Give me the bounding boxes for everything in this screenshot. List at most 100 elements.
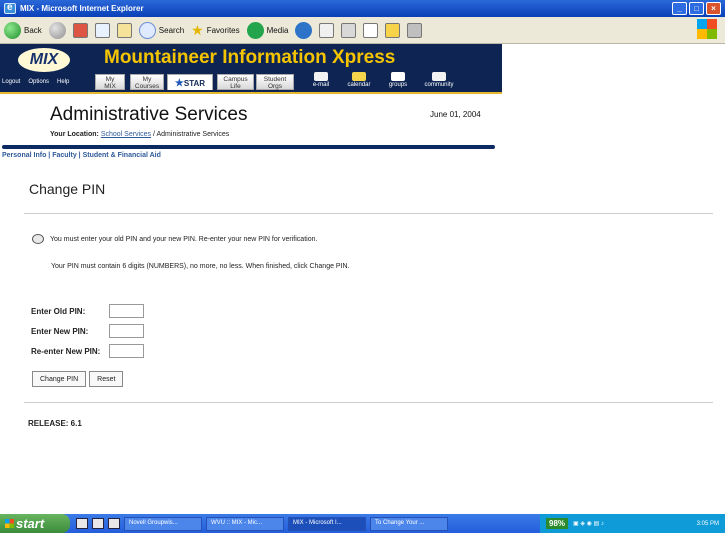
taskbar-item-mix[interactable]: MIX - Microsoft I... bbox=[288, 516, 366, 531]
star-icon: ★ bbox=[174, 78, 184, 89]
forward-icon[interactable] bbox=[48, 21, 66, 39]
taskbar-item-wvu-mix[interactable]: WVU :: MIX - Mic... bbox=[206, 516, 284, 531]
form-actions: Change PIN Reset bbox=[32, 371, 124, 387]
confirm-pin-input[interactable] bbox=[109, 344, 144, 358]
tab-faculty[interactable]: Faculty bbox=[52, 152, 77, 159]
taskbar-item-change[interactable]: To Change Your ... bbox=[370, 516, 448, 531]
tab-student-orgs[interactable]: Student Orgs bbox=[256, 74, 294, 90]
ie-launch-icon[interactable] bbox=[92, 518, 104, 529]
favorites-icon: ★ bbox=[191, 21, 204, 38]
email-icon bbox=[314, 72, 328, 81]
footer-divider bbox=[24, 402, 713, 403]
section-divider bbox=[24, 213, 713, 214]
search-button[interactable]: Search bbox=[138, 21, 185, 39]
media-label: Media bbox=[266, 25, 289, 35]
desktop-icon[interactable] bbox=[76, 518, 88, 529]
history-icon[interactable] bbox=[295, 21, 313, 39]
taskbar-item-groupwise[interactable]: Novell Groupwis... bbox=[124, 516, 202, 531]
old-pin-label: Enter Old PIN: bbox=[31, 306, 86, 316]
brand-title: Mountaineer Information Xpress bbox=[104, 47, 396, 68]
change-pin-button[interactable]: Change PIN bbox=[32, 371, 87, 387]
mail-icon[interactable] bbox=[319, 22, 335, 38]
maximize-icon[interactable]: □ bbox=[689, 2, 704, 15]
groups-link[interactable]: groups bbox=[378, 72, 418, 90]
internet-explorer-icon bbox=[4, 2, 16, 14]
instruction-text: You must enter your old PIN and your new… bbox=[50, 235, 318, 243]
subnav-tabs: Personal Info | Faculty | Student & Fina… bbox=[2, 152, 161, 159]
tab-my-mix[interactable]: My MIX bbox=[95, 74, 125, 90]
tab-campus-life-label: Campus Life bbox=[223, 76, 248, 90]
location-label: Your Location: bbox=[50, 131, 99, 138]
header-divider bbox=[2, 145, 495, 149]
clock: 3:05 PM bbox=[696, 520, 719, 527]
media-icon bbox=[246, 21, 264, 39]
options-link[interactable]: Options bbox=[28, 79, 49, 85]
tab-campus-life[interactable]: Campus Life bbox=[217, 74, 254, 90]
close-icon[interactable]: × bbox=[706, 2, 721, 15]
groups-icon bbox=[391, 72, 405, 81]
folder-icon[interactable] bbox=[385, 22, 401, 38]
release-label: RELEASE: 6.1 bbox=[28, 419, 82, 428]
pin-form: Enter Old PIN: Enter New PIN: Re-enter N… bbox=[31, 301, 144, 361]
stop-icon[interactable] bbox=[72, 22, 88, 38]
edit-icon[interactable] bbox=[363, 22, 379, 38]
quick-launch bbox=[76, 518, 120, 529]
tab-star[interactable]: ★STAR bbox=[167, 74, 213, 90]
favorites-label: Favorites bbox=[206, 25, 240, 35]
confirm-pin-row: Re-enter New PIN: bbox=[31, 341, 144, 361]
calendar-label: calendar bbox=[347, 82, 371, 88]
breadcrumb-current: Administrative Services bbox=[156, 131, 230, 138]
calendar-link[interactable]: calendar bbox=[339, 72, 379, 90]
search-icon bbox=[138, 21, 156, 39]
tab-student-financial-aid[interactable]: Student & Financial Aid bbox=[83, 152, 161, 159]
battery-indicator: 98% bbox=[546, 518, 569, 529]
search-label: Search bbox=[158, 25, 185, 35]
reset-button[interactable]: Reset bbox=[89, 371, 124, 387]
tab-personal-info[interactable]: Personal Info bbox=[2, 152, 46, 159]
new-pin-input[interactable] bbox=[109, 324, 144, 338]
system-tray: 98% ▣ ◈ ◉ ▤ ♪ 3:05 PM bbox=[540, 514, 725, 533]
instruction-row: You must enter your old PIN and your new… bbox=[32, 234, 317, 244]
old-pin-input[interactable] bbox=[109, 304, 144, 318]
email-label: e-mail bbox=[312, 82, 330, 88]
outlook-icon[interactable] bbox=[108, 518, 120, 529]
favorites-button[interactable]: ★ Favorites bbox=[191, 22, 239, 39]
community-link[interactable]: community bbox=[419, 72, 459, 90]
tray-icons: ▣ ◈ ◉ ▤ ♪ bbox=[573, 521, 604, 527]
section-title: Administrative Services bbox=[50, 104, 248, 125]
help-link[interactable]: Help bbox=[57, 79, 69, 85]
tab-my-courses-label: My Courses bbox=[134, 76, 160, 90]
community-label: community bbox=[424, 82, 454, 88]
new-pin-row: Enter New PIN: bbox=[31, 321, 144, 341]
window-titlebar: MIX - Microsoft Internet Explorer _ □ × bbox=[0, 0, 725, 17]
start-button[interactable]: start bbox=[0, 514, 70, 533]
minimize-icon[interactable]: _ bbox=[672, 2, 687, 15]
mix-logo[interactable]: MIX bbox=[18, 48, 70, 72]
new-pin-label: Enter New PIN: bbox=[31, 326, 89, 336]
media-button[interactable]: Media bbox=[246, 21, 289, 39]
tab-student-orgs-label: Student Orgs bbox=[263, 76, 287, 90]
tab-my-courses[interactable]: My Courses bbox=[130, 74, 164, 90]
pin-requirement-text: Your PIN must contain 6 digits (NUMBERS)… bbox=[51, 263, 350, 270]
header-links: Logout Options Help bbox=[2, 79, 69, 85]
community-icon bbox=[432, 72, 446, 81]
windows-logo-icon bbox=[697, 19, 717, 39]
email-link[interactable]: e-mail bbox=[301, 72, 341, 90]
calendar-icon bbox=[352, 72, 366, 81]
refresh-icon[interactable] bbox=[94, 22, 110, 38]
print-icon[interactable] bbox=[341, 22, 357, 38]
research-icon[interactable] bbox=[407, 22, 423, 38]
back-label: Back bbox=[24, 25, 42, 35]
back-icon bbox=[4, 21, 21, 39]
back-button[interactable]: Back bbox=[4, 21, 42, 39]
tab-star-label: STAR bbox=[183, 79, 206, 88]
tab-my-mix-label: My MIX bbox=[104, 76, 116, 90]
taskbar: start Novell Groupwis... WVU :: MIX - Mi… bbox=[0, 514, 725, 533]
home-icon[interactable] bbox=[116, 22, 132, 38]
school-services-link[interactable]: School Services bbox=[101, 131, 151, 138]
logout-link[interactable]: Logout bbox=[2, 79, 20, 85]
breadcrumb: Your Location: School Services / Adminis… bbox=[50, 131, 229, 138]
mix-header: MIX Mountaineer Information Xpress Logou… bbox=[0, 44, 502, 94]
window-controls: _ □ × bbox=[672, 2, 721, 15]
date-label: June 01, 2004 bbox=[430, 110, 481, 119]
